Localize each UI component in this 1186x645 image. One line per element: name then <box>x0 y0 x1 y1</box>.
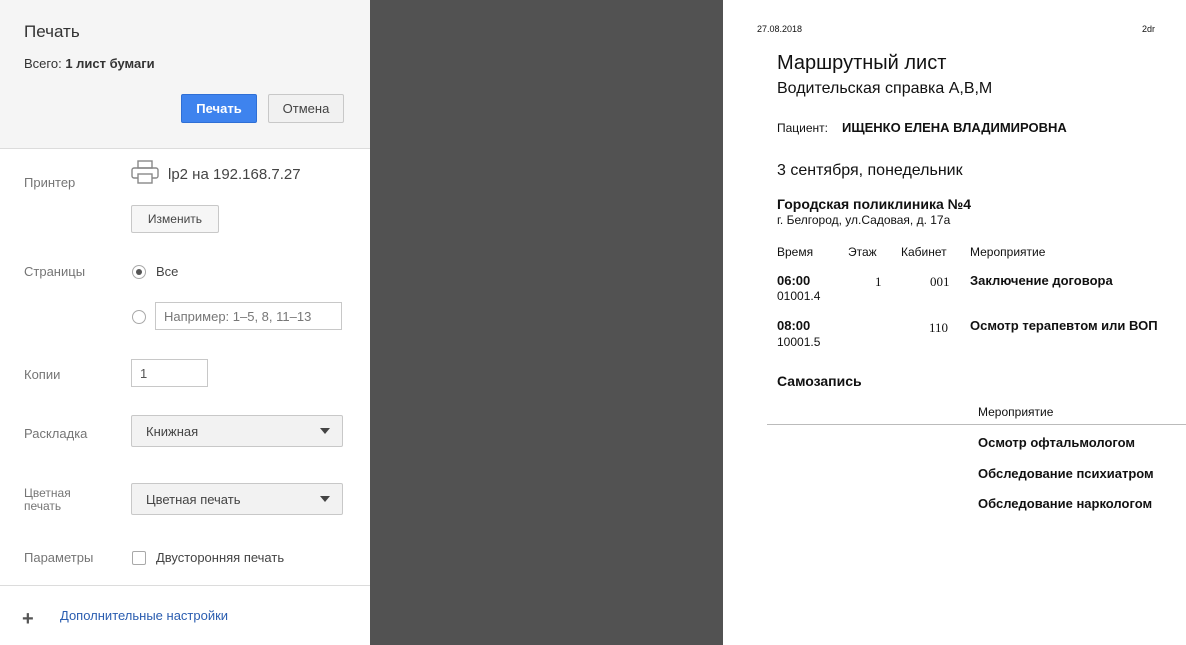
layout-label: Раскладка <box>24 426 88 441</box>
doc-date: 27.08.2018 <box>757 24 803 34</box>
row2-time: 08:00 <box>777 318 811 333</box>
pages-label: Страницы <box>24 264 86 279</box>
col-time: Время <box>777 245 814 259</box>
clinic-address: г. Белгород, ул.Садовая, д. 17а <box>777 213 951 227</box>
color-select-value: Цветная печать <box>146 492 241 507</box>
pages-all-label: Все <box>156 264 179 279</box>
chevron-down-icon <box>320 428 330 434</box>
copies-label: Копии <box>24 367 61 382</box>
print-settings-panel: Печать Всего: 1 лист бумаги Печать Отмен… <box>0 0 370 645</box>
divider <box>0 585 370 586</box>
options-label: Параметры <box>24 550 94 565</box>
layout-select[interactable]: Книжная <box>131 415 343 447</box>
row1-room: 001 <box>930 274 950 289</box>
clinic-name: Городская поликлиника №4 <box>777 196 972 212</box>
row2-room: 110 <box>929 320 949 335</box>
copies-input[interactable] <box>131 359 208 387</box>
sheet-total-value: 1 лист бумаги <box>65 56 155 71</box>
doc-subtitle: Водительская справка А,В,М <box>777 80 993 97</box>
row1-code: 01001.4 <box>777 289 821 303</box>
printer-label: Принтер <box>24 175 76 190</box>
color-label: Цветная печать <box>24 487 71 513</box>
color-label-line2: печать <box>24 499 62 513</box>
color-select[interactable]: Цветная печать <box>131 483 343 515</box>
duplex-label: Двусторонняя печать <box>156 550 285 565</box>
doc-title: Маршрутный лист <box>777 52 947 74</box>
col-event: Мероприятие <box>970 245 1046 259</box>
patient-label: Пациент: <box>777 121 829 135</box>
more-settings-link[interactable]: Дополнительные настройки <box>60 608 228 623</box>
duplex-checkbox[interactable] <box>132 551 146 565</box>
sheet-total-prefix: Всего: <box>24 56 62 71</box>
row1-event: Заключение договора <box>970 273 1113 288</box>
doc-page-tag: 2dr <box>1142 24 1156 34</box>
cancel-button[interactable]: Отмена <box>268 94 344 123</box>
panel-header: Печать Всего: 1 лист бумаги Печать Отмен… <box>0 0 370 149</box>
self-item: Обследование психиатром <box>978 466 1154 481</box>
patient-name: ИЩЕНКО ЕЛЕНА ВЛАДИМИРОВНА <box>842 120 1067 135</box>
print-button[interactable]: Печать <box>181 94 257 123</box>
plus-icon[interactable]: + <box>22 609 34 629</box>
doc-day: 3 сентября, понедельник <box>777 162 963 179</box>
row2-code: 10001.5 <box>777 335 821 349</box>
preview-background <box>370 0 723 645</box>
pages-range-input[interactable] <box>155 302 342 330</box>
panel-title: Печать <box>24 22 80 41</box>
col-floor: Этаж <box>848 245 877 259</box>
row2-event: Осмотр терапевтом или ВОП <box>970 318 1158 333</box>
self-item: Обследование наркологом <box>978 496 1153 511</box>
printer-name: lp2 на 192.168.7.27 <box>168 166 301 183</box>
chevron-down-icon <box>320 496 330 502</box>
row1-floor: 1 <box>875 274 882 289</box>
col-room: Кабинет <box>901 245 947 259</box>
self-title: Самозапись <box>777 373 862 389</box>
self-column: Мероприятие <box>978 405 1054 419</box>
printer-icon <box>131 160 159 184</box>
sheet-total: Всего: 1 лист бумаги <box>24 56 155 71</box>
pages-all-radio[interactable] <box>132 265 146 279</box>
pages-custom-radio[interactable] <box>132 310 146 324</box>
layout-select-value: Книжная <box>146 424 199 439</box>
self-item: Осмотр офтальмологом <box>978 435 1136 450</box>
self-divider <box>767 424 1186 425</box>
change-printer-button[interactable]: Изменить <box>131 205 219 233</box>
row1-time: 06:00 <box>777 273 811 288</box>
